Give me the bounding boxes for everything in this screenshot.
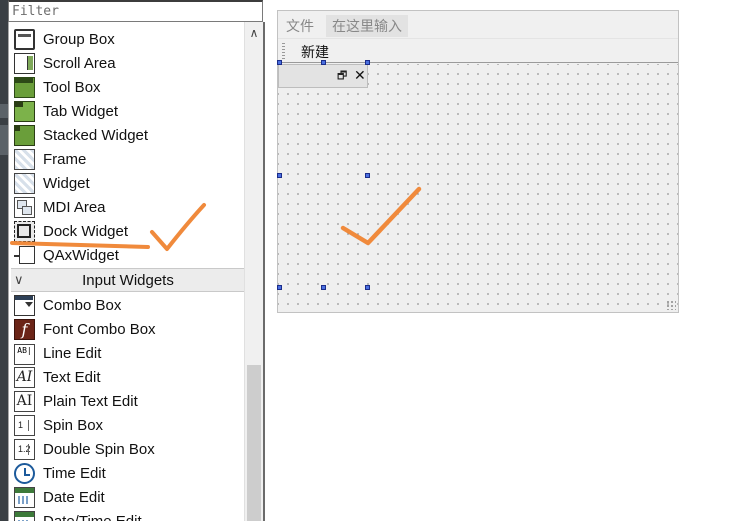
qaxwidget-icon — [14, 245, 35, 266]
menu-bar: 文件 在这里输入 — [278, 11, 678, 37]
filter-input[interactable] — [8, 0, 263, 22]
strip-marker — [0, 125, 8, 155]
plain-text-edit-icon: AI — [14, 390, 35, 412]
widget-item-date-edit[interactable]: Date Edit — [11, 485, 245, 509]
widget-item-date-time-edit[interactable]: Date/Time Edit — [11, 509, 245, 521]
widget-item-label: Scroll Area — [43, 54, 116, 72]
widget-item-label: Date/Time Edit — [43, 512, 142, 521]
widget-item-widget[interactable]: Widget — [11, 171, 245, 195]
mdi-area-icon — [14, 196, 35, 218]
widget-item-label: Plain Text Edit — [43, 392, 138, 410]
text-edit-icon: AI — [14, 366, 35, 388]
line-edit-icon: AB| — [14, 343, 35, 365]
widget-item-double-spin-box[interactable]: 1.2 Double Spin Box — [11, 437, 245, 461]
widget-item-label: Group Box — [43, 30, 115, 48]
widget-item-combo-box[interactable]: Combo Box — [11, 293, 245, 317]
date-time-edit-icon — [14, 510, 35, 521]
widget-item-label: Dock Widget — [43, 222, 129, 240]
widget-item-spin-box[interactable]: 1 Spin Box — [11, 413, 245, 437]
menu-type-here[interactable]: 在这里输入 — [326, 15, 408, 37]
widget-list: Group Box Scroll Area Tool Box Tab Widge… — [11, 27, 245, 521]
widget-list-frame: Group Box Scroll Area Tool Box Tab Widge… — [8, 22, 265, 521]
combo-box-icon — [14, 294, 35, 316]
widget-item-label: Spin Box — [43, 416, 104, 434]
toolbar-grip-handle[interactable] — [282, 43, 285, 59]
form-canvas-grid[interactable]: 🗗 ✕ — [278, 64, 678, 312]
tool-bar: 新建 — [278, 38, 678, 64]
widget-item-label: MDI Area — [43, 198, 106, 216]
widget-item-scroll-area[interactable]: Scroll Area — [11, 51, 245, 75]
toolbar-divider — [278, 62, 678, 63]
widget-item-label: Date Edit — [43, 488, 105, 506]
scroll-up-arrow-icon[interactable]: ∧ — [245, 24, 263, 42]
stacked-widget-icon — [14, 124, 35, 146]
widget-item-label: Frame — [43, 150, 87, 168]
widget-item-stacked-widget[interactable]: Stacked Widget — [11, 123, 245, 147]
widget-item-mdi-area[interactable]: MDI Area — [11, 195, 245, 219]
widget-item-group-box[interactable]: Group Box — [11, 27, 245, 51]
widget-item-label: Line Edit — [43, 344, 102, 362]
selection-handle[interactable] — [277, 285, 282, 290]
spin-box-icon: 1 — [14, 414, 35, 436]
category-input-widgets[interactable]: ∨ Input Widgets — [11, 268, 245, 292]
widget-item-label: Stacked Widget — [43, 126, 149, 144]
widget-item-label: Font Combo Box — [43, 320, 156, 338]
widget-item-font-combo-box[interactable]: f Font Combo Box — [11, 317, 245, 341]
form-preview-window: 文件 在这里输入 新建 🗗 ✕ — [277, 10, 679, 313]
scroll-area-icon — [14, 52, 35, 74]
selection-handle[interactable] — [365, 285, 370, 290]
menu-file[interactable]: 文件 — [286, 16, 314, 36]
float-icon[interactable]: 🗗 — [337, 70, 347, 82]
selection-handle[interactable] — [277, 173, 282, 178]
font-combo-box-icon: f — [14, 318, 35, 340]
selection-handle[interactable] — [365, 60, 370, 65]
widget-item-tool-box[interactable]: Tool Box — [11, 75, 245, 99]
widget-item-plain-text-edit[interactable]: AI Plain Text Edit — [11, 389, 245, 413]
widget-item-tab-widget[interactable]: Tab Widget — [11, 99, 245, 123]
widget-item-frame[interactable]: Frame — [11, 147, 245, 171]
selection-handle[interactable] — [321, 60, 326, 65]
date-edit-icon — [14, 486, 35, 508]
widget-item-label: Widget — [43, 174, 90, 192]
time-edit-icon — [14, 462, 35, 484]
widget-item-dock-widget[interactable]: Dock Widget — [11, 219, 245, 243]
scrollbar-thumb[interactable] — [247, 365, 261, 521]
widget-item-label: Double Spin Box — [43, 440, 155, 458]
widget-item-label: QAxWidget — [43, 246, 119, 264]
resize-grip-icon[interactable] — [666, 300, 676, 310]
widget-item-label: Text Edit — [43, 368, 101, 386]
widget-item-time-edit[interactable]: Time Edit — [11, 461, 245, 485]
widget-item-label: Tab Widget — [43, 102, 119, 120]
tab-widget-icon — [14, 100, 35, 122]
widget-item-label: Time Edit — [43, 464, 106, 482]
toolbar-new-action[interactable]: 新建 — [301, 42, 329, 62]
selection-handle[interactable] — [321, 285, 326, 290]
selection-handle[interactable] — [365, 173, 370, 178]
group-box-icon — [14, 28, 35, 50]
dock-widget-title-bar[interactable]: 🗗 ✕ — [278, 64, 368, 88]
selection-handle[interactable] — [277, 60, 282, 65]
widget-icon — [14, 172, 35, 194]
widget-item-line-edit[interactable]: AB| Line Edit — [11, 341, 245, 365]
widget-item-label: Combo Box — [43, 296, 122, 314]
category-label: Input Widgets — [82, 271, 174, 289]
widget-item-qaxwidget[interactable]: QAxWidget — [11, 243, 245, 267]
strip-marker — [0, 104, 8, 118]
tool-box-icon — [14, 76, 35, 98]
double-spin-box-icon: 1.2 — [14, 438, 35, 460]
widget-item-label: Tool Box — [43, 78, 101, 96]
frame-icon — [14, 148, 35, 170]
side-dock-strip — [0, 0, 8, 521]
widget-list-scrollbar[interactable]: ∧ — [244, 22, 263, 521]
close-icon[interactable]: ✕ — [354, 68, 366, 82]
widget-box-panel: Group Box Scroll Area Tool Box Tab Widge… — [0, 0, 268, 521]
widget-item-text-edit[interactable]: AI Text Edit — [11, 365, 245, 389]
dock-widget-icon — [14, 220, 35, 242]
